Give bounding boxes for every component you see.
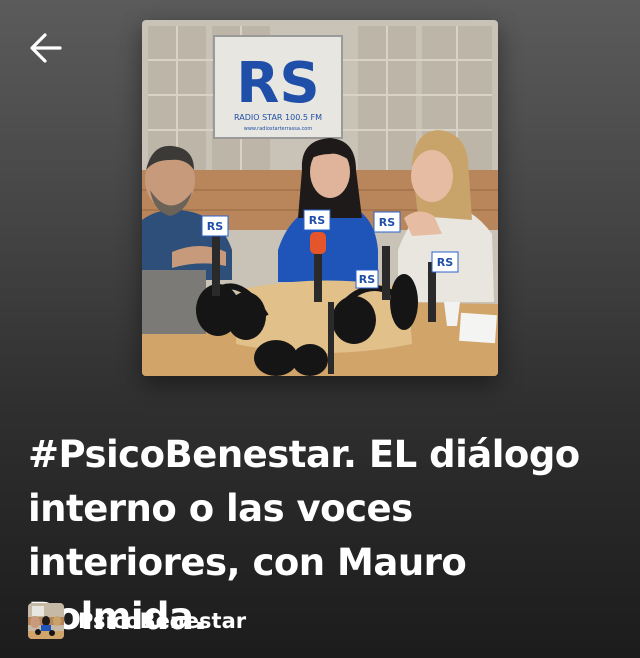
mic-flag-label: RS bbox=[437, 256, 453, 269]
arrow-left-icon bbox=[30, 33, 62, 63]
mic-flag-label: RS bbox=[207, 220, 223, 233]
cover-logo-text: RS bbox=[236, 51, 319, 116]
mic-flag-label: RS bbox=[309, 214, 325, 227]
cover-logo-url: www.radiostarterrassa.com bbox=[244, 126, 313, 132]
cover-logo-subtitle: RADIO STAR 100.5 FM bbox=[234, 113, 322, 122]
show-thumbnail bbox=[28, 603, 64, 639]
show-link[interactable]: PsicoBenestar bbox=[28, 602, 246, 640]
show-name: PsicoBenestar bbox=[78, 609, 247, 633]
mic-flag-label: RS bbox=[359, 273, 375, 286]
mic-flag-label: RS bbox=[379, 216, 395, 229]
episode-cover-image: RS RADIO STAR 100.5 FM www.radiostarterr… bbox=[142, 20, 498, 376]
back-button[interactable] bbox=[24, 26, 68, 70]
